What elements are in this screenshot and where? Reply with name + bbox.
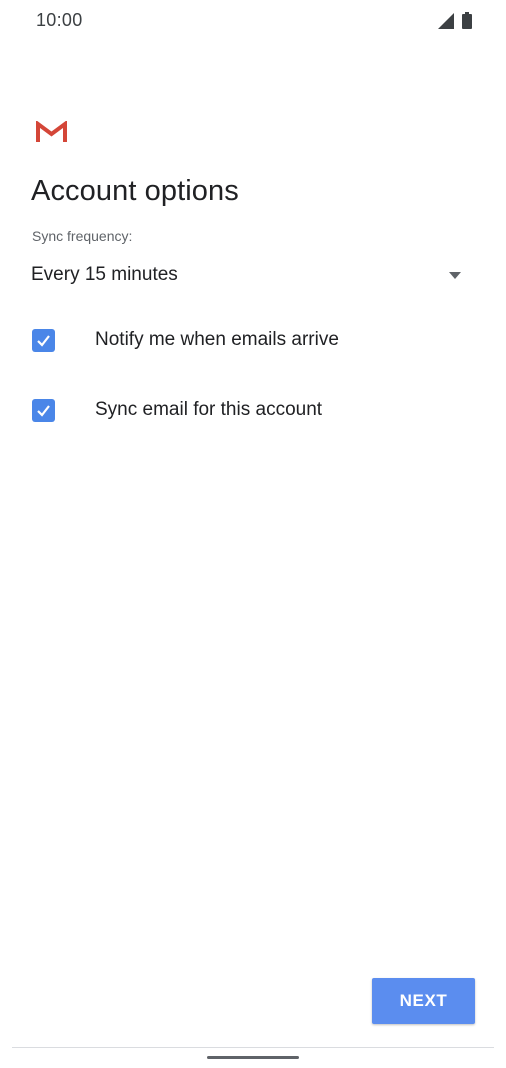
sync-frequency-label: Sync frequency: (32, 228, 133, 244)
sync-frequency-dropdown[interactable]: Every 15 minutes (31, 258, 471, 294)
status-bar: 10:00 (0, 0, 506, 40)
checkmark-icon (37, 335, 50, 347)
status-icons (438, 11, 472, 29)
gesture-nav-bar[interactable] (207, 1056, 299, 1059)
bottom-divider (12, 1047, 494, 1048)
notify-emails-option[interactable]: Notify me when emails arrive (32, 320, 472, 360)
sync-frequency-value: Every 15 minutes (31, 264, 178, 285)
next-button[interactable]: NEXT (372, 978, 475, 1024)
dropdown-arrow-icon (449, 272, 461, 279)
account-options-screen: 10:00 Account options Sync frequency: Ev… (0, 0, 506, 1068)
sync-email-checkbox[interactable] (32, 399, 55, 422)
sync-email-label: Sync email for this account (95, 399, 323, 420)
notify-emails-checkbox[interactable] (32, 329, 55, 352)
status-time: 10:00 (36, 10, 83, 30)
page-title: Account options (31, 175, 239, 207)
checkmark-icon (37, 405, 50, 417)
sync-email-option[interactable]: Sync email for this account (32, 390, 472, 430)
gmail-icon (36, 121, 67, 143)
notify-emails-label: Notify me when emails arrive (95, 329, 339, 350)
signal-icon (438, 13, 454, 29)
battery-icon (462, 12, 472, 29)
